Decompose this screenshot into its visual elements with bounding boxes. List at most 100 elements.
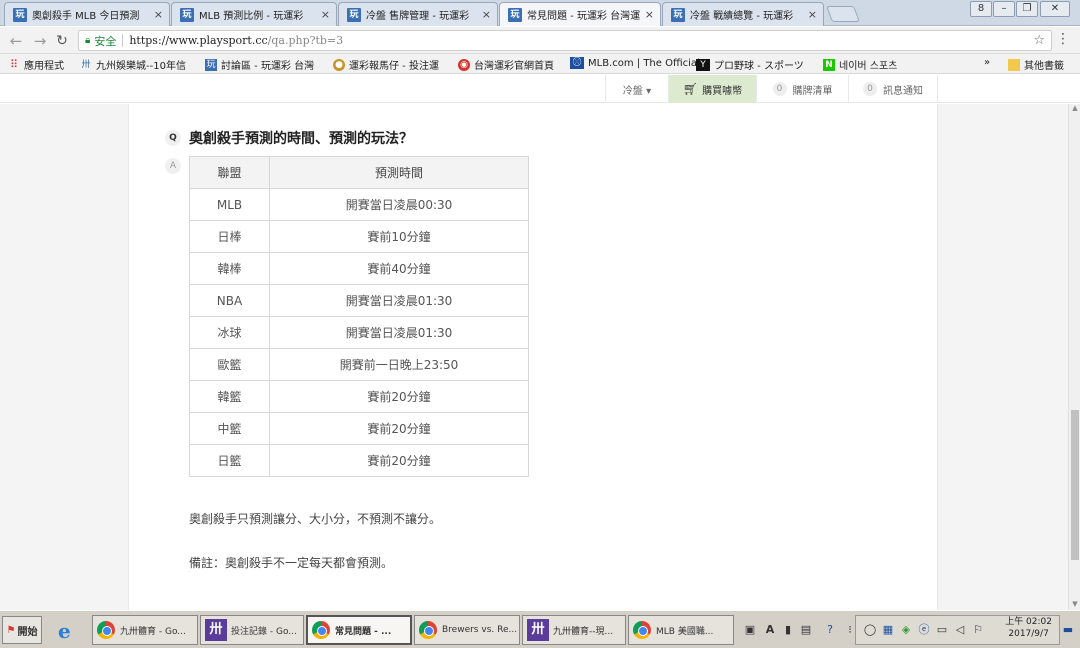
restore-button[interactable]: ❐ bbox=[1016, 1, 1038, 17]
scroll-up-arrow-icon[interactable]: ▲ bbox=[1069, 104, 1080, 114]
secure-label: 安全 bbox=[94, 34, 117, 48]
faq-content: Q 奧創殺手預測的時間、預測的玩法？ A 聯盟 預測時間 MLB 開賽當日凌晨0… bbox=[128, 104, 938, 610]
tab-title: 常見問題 - 玩運彩 台灣運 bbox=[527, 11, 641, 22]
mlb-icon: ⚾︎ bbox=[570, 57, 584, 69]
ie-quicklaunch-icon[interactable]: e bbox=[58, 619, 82, 643]
browser-menu-icon[interactable]: ⋮ bbox=[1056, 31, 1070, 47]
user-menu[interactable]: 冷盤 ▾ bbox=[605, 75, 668, 103]
taskbar-item-1[interactable]: 卅 投注記錄 - Go... bbox=[200, 615, 304, 645]
keyboard-icon[interactable]: ▤ bbox=[798, 622, 814, 638]
playsport-icon: 玩 bbox=[205, 58, 217, 71]
taskbar-item-0[interactable]: 九卅體育 - Go... bbox=[92, 615, 198, 645]
playsport-favicon-icon: 玩 bbox=[508, 7, 522, 22]
column-header-league: 聯盟 bbox=[189, 156, 270, 189]
buy-coins-button[interactable]: 🛒︎ 購買噱幣 bbox=[668, 75, 756, 103]
naver-icon: N bbox=[823, 58, 835, 71]
tab-3-active[interactable]: 玩 常見問題 - 玩運彩 台灣運 × bbox=[499, 2, 661, 26]
purchase-list-button[interactable]: 0 購牌清單 bbox=[756, 75, 848, 103]
tray-display-icon[interactable]: ▭ bbox=[934, 622, 950, 638]
tab-2[interactable]: 玩 冷盤 售牌管理 - 玩運彩 × bbox=[338, 2, 498, 26]
tab-4[interactable]: 玩 冷盤 戰績總覽 - 玩運彩 × bbox=[662, 2, 824, 26]
bookmark-1[interactable]: 卅 九州娛樂城--10年信 bbox=[80, 57, 185, 73]
reload-icon[interactable]: ↻ bbox=[52, 31, 72, 51]
tab-close-icon[interactable]: × bbox=[482, 8, 491, 21]
taskbar-item-label: 常見問題 - ... bbox=[335, 626, 392, 637]
bookmark-5[interactable]: ⚾︎ MLB.com | The Official bbox=[570, 57, 700, 69]
start-button[interactable]: ⚑ 開始 bbox=[2, 616, 42, 644]
address-bar[interactable]: 🔒︎ 安全 https://www.playsport.cc /qa.php?t… bbox=[78, 30, 1052, 51]
tray-chat-icon[interactable]: ◯ bbox=[862, 622, 878, 638]
tab-close-icon[interactable]: × bbox=[321, 8, 330, 21]
bookmark-6[interactable]: Y プロ野球 - スポーツ bbox=[696, 57, 804, 72]
bookmark-4[interactable]: ◉ 台灣運彩官網首頁 bbox=[458, 57, 554, 72]
tab-close-icon[interactable]: × bbox=[645, 8, 654, 21]
league-cell: 歐籃 bbox=[189, 348, 270, 381]
tab-close-icon[interactable]: × bbox=[154, 8, 163, 21]
league-cell: 日棒 bbox=[189, 220, 270, 253]
profile-button[interactable]: 8 bbox=[970, 1, 992, 17]
show-desktop-icon[interactable]: ▬ bbox=[1060, 622, 1076, 638]
taskbar-item-4[interactable]: 卅 九卅體育--現... bbox=[522, 615, 626, 645]
answer-note-2: 備註：奧創殺手不一定每天都會預測。 bbox=[189, 556, 394, 570]
time-cell: 開賽當日凌晨01:30 bbox=[269, 284, 529, 317]
bookmark-3[interactable]: ● 運彩報馬仔 - 投注運 bbox=[333, 57, 439, 72]
back-arrow-icon[interactable]: ← bbox=[6, 31, 26, 51]
notifications-button[interactable]: 0 訊息通知 bbox=[848, 75, 938, 103]
tray-network-icon[interactable]: ▦ bbox=[880, 622, 896, 638]
playsport-favicon-icon: 玩 bbox=[180, 7, 194, 22]
taskbar-item-2-active[interactable]: 常見問題 - ... bbox=[306, 615, 412, 645]
ime-mode-icon[interactable]: ▮ bbox=[780, 622, 796, 638]
action-flag-icon[interactable]: ⚐ bbox=[970, 622, 986, 638]
tab-0[interactable]: 玩 奧創殺手 MLB 今日預測 × bbox=[4, 2, 170, 26]
tab-1[interactable]: 玩 MLB 預測比例 - 玩運彩 × bbox=[171, 2, 337, 26]
taskbar-clock[interactable]: 上午 02:02 2017/9/7 bbox=[1005, 616, 1052, 640]
notifications-label: 訊息通知 bbox=[883, 85, 923, 97]
purchase-list-label: 購牌清單 bbox=[792, 85, 833, 97]
bookmark-2[interactable]: 玩 討論區 - 玩運彩 台灣 bbox=[205, 57, 314, 72]
tray-antivirus-icon[interactable]: ◈ bbox=[898, 622, 914, 638]
chrome-icon bbox=[97, 621, 115, 639]
bookmarks-overflow[interactable]: » bbox=[984, 57, 990, 68]
taskbar-item-3[interactable]: Brewers vs. Re... bbox=[414, 615, 520, 645]
table-row: 日棒 賽前10分鐘 bbox=[189, 220, 529, 253]
taskbar-item-5[interactable]: MLB 美國職... bbox=[628, 615, 734, 645]
tray-ie-icon[interactable]: ⓔ bbox=[916, 622, 932, 638]
tab-title: 冷盤 售牌管理 - 玩運彩 bbox=[366, 11, 470, 22]
chrome-icon bbox=[312, 621, 330, 639]
league-cell: MLB bbox=[189, 188, 270, 221]
lock-icon: 🔒︎ bbox=[85, 35, 91, 46]
tab-close-icon[interactable]: × bbox=[808, 8, 817, 21]
ime-icon[interactable]: ▣ bbox=[742, 622, 758, 638]
table-row: 中籃 賽前20分鐘 bbox=[189, 412, 529, 445]
jiuzhou-tile-icon: 卅 bbox=[205, 619, 227, 641]
faq-question: Q 奧創殺手預測的時間、預測的玩法？ bbox=[165, 128, 413, 148]
new-tab-button[interactable] bbox=[826, 6, 860, 22]
table-row: 歐籃 開賽前一日晚上23:50 bbox=[189, 348, 529, 381]
notify-count-badge: 0 bbox=[863, 82, 877, 96]
time-cell: 賽前20分鐘 bbox=[269, 412, 529, 445]
minimize-button[interactable]: – bbox=[993, 1, 1015, 17]
time-cell: 賽前20分鐘 bbox=[269, 444, 529, 477]
apps-icon: ⠿ bbox=[9, 57, 19, 71]
font-a-icon[interactable]: A bbox=[762, 622, 778, 638]
question-badge: Q bbox=[165, 130, 181, 146]
other-bookmarks[interactable]: 其他書籤 bbox=[1008, 57, 1064, 72]
league-cell: 日籃 bbox=[189, 444, 270, 477]
bookmark-apps[interactable]: ⠿ 應用程式 bbox=[8, 57, 64, 72]
cart-icon: 🛒︎ bbox=[682, 82, 699, 96]
buy-coins-label: 購買噱幣 bbox=[702, 85, 743, 97]
table-row: NBA 開賽當日凌晨01:30 bbox=[189, 284, 529, 317]
help-icon[interactable]: ? bbox=[822, 622, 838, 638]
bookmark-star-icon[interactable]: ☆ bbox=[1033, 33, 1045, 48]
volume-icon[interactable]: ◁ bbox=[952, 622, 968, 638]
close-window-button[interactable]: ✕ bbox=[1040, 1, 1070, 17]
forward-arrow-icon[interactable]: → bbox=[30, 31, 50, 51]
question-text: 奧創殺手預測的時間、預測的玩法？ bbox=[189, 131, 413, 147]
answer-badge: A bbox=[165, 158, 181, 174]
page-scrollbar[interactable]: ▲ ▼ bbox=[1068, 104, 1080, 610]
time-cell: 賽前40分鐘 bbox=[269, 252, 529, 285]
scrollbar-thumb[interactable] bbox=[1071, 410, 1079, 560]
bookmark-7[interactable]: N 네이버 스포츠 bbox=[823, 57, 897, 72]
bookmark-icon: 卅 bbox=[81, 59, 91, 70]
scroll-down-arrow-icon[interactable]: ▼ bbox=[1069, 600, 1080, 610]
